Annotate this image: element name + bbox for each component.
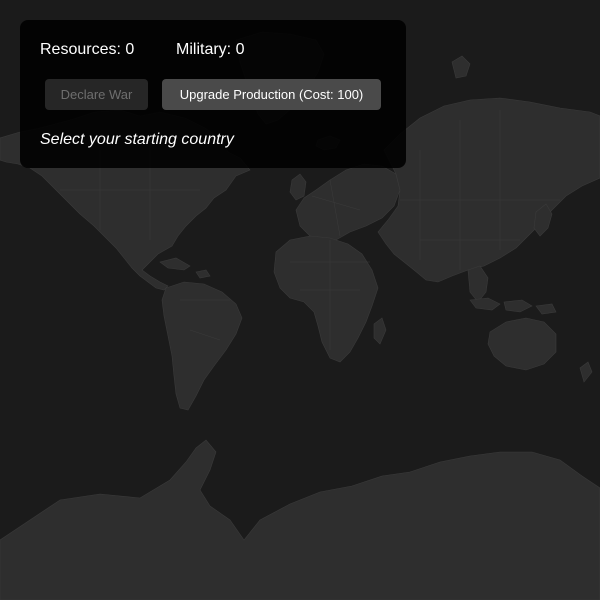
region-asia[interactable] — [377, 97, 600, 283]
region-antarctica[interactable] — [0, 439, 600, 600]
military-stat: Military: 0 — [176, 40, 244, 60]
upgrade-production-button[interactable]: Upgrade Production (Cost: 100) — [162, 79, 381, 110]
game-screen: Resources: 0 Military: 0 Declare War Upg… — [0, 0, 600, 600]
region-africa[interactable] — [273, 235, 379, 363]
resources-value: 0 — [125, 41, 135, 58]
hud-panel: Resources: 0 Military: 0 Declare War Upg… — [20, 20, 406, 168]
region-indonesia[interactable] — [469, 297, 557, 315]
region-australia[interactable] — [487, 317, 557, 371]
military-label: Military: — [176, 41, 232, 58]
region-new-zealand[interactable] — [579, 361, 593, 383]
resources-stat: Resources: 0 — [40, 40, 134, 60]
region-svalbard[interactable] — [451, 55, 471, 79]
region-madagascar[interactable] — [373, 317, 387, 345]
region-south-america[interactable] — [161, 281, 243, 411]
military-value: 0 — [235, 41, 245, 58]
declare-war-button[interactable]: Declare War — [45, 79, 148, 110]
region-caribbean[interactable] — [159, 257, 211, 279]
status-message: Select your starting country — [40, 131, 234, 148]
region-uk[interactable] — [289, 173, 307, 201]
region-southeast-asia[interactable] — [467, 265, 489, 303]
resources-label: Resources: — [40, 41, 121, 58]
